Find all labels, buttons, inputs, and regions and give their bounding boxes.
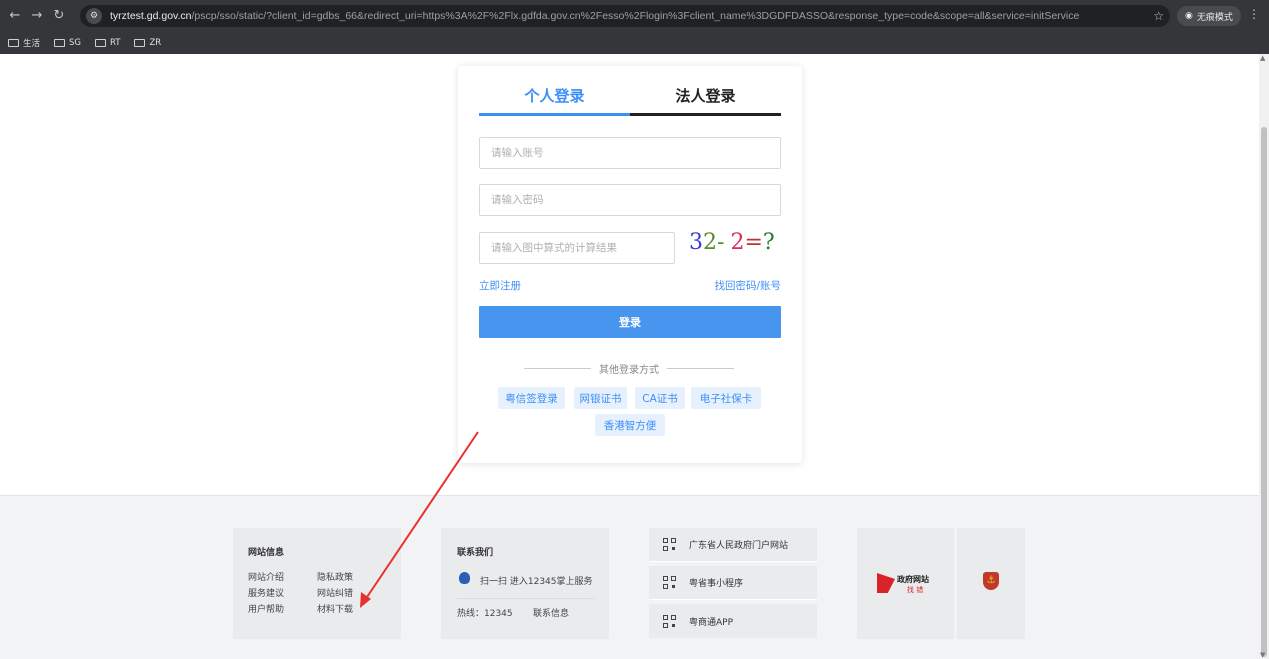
bookmark-star-icon[interactable]: ☆ [1153,9,1164,23]
footer-link[interactable]: 网站介绍 [248,570,284,583]
alt-login-yuexinqian[interactable]: 粤信签登录 [498,387,565,409]
qr-code-icon [663,576,676,589]
site-info-panel: 网站信息 网站介绍 隐私政策 服务建议 网站纠错 用户帮助 材料下载 [233,528,401,639]
site-footer: 网站信息 网站介绍 隐私政策 服务建议 网站纠错 用户帮助 材料下载 联系我们 … [0,495,1259,659]
login-button[interactable]: 登录 [479,306,781,338]
captcha-image[interactable]: 3 2- 2 =? [689,226,781,258]
captcha-input[interactable] [479,232,675,264]
scroll-up-icon[interactable]: ▲ [1260,54,1265,62]
site-info-icon[interactable]: ⚙ [86,8,102,24]
bookmarks-bar: 生活 SG RT ZR [0,31,1269,54]
contact-info-link[interactable]: 联系信息 [533,606,569,619]
url-text[interactable]: tyrztest.gd.gov.cn/pscp/sso/static/?clie… [110,10,1153,22]
login-tabs: 个人登录 法人登录 [479,66,781,116]
address-bar[interactable]: ⚙ tyrztest.gd.gov.cn/pscp/sso/static/?cl… [80,5,1170,27]
qr-code-icon [663,538,676,551]
contact-panel: 联系我们 扫一扫 进入12345掌上服务 热线：12345 联系信息 [441,528,609,639]
footer-link[interactable]: 隐私政策 [317,570,353,583]
alt-login-bank-cert[interactable]: 网银证书 [574,387,627,409]
yueshengshi-link[interactable]: 粤省事小程序 [649,566,817,600]
police-emblem-icon: ⚓ [983,572,999,590]
incognito-icon: ◉ [1185,11,1193,21]
scrollbar-thumb[interactable] [1261,127,1267,657]
bookmark-folder[interactable]: SG [54,38,81,48]
scroll-down-icon[interactable]: ▼ [1260,651,1265,659]
folder-icon [8,38,19,47]
hotline-text: 热线：12345 [457,609,513,619]
login-card: 个人登录 法人登录 32-2=? 立即注册 找回密码/账号 登录 其他登录方式 … [458,66,802,463]
gov-site-error-badge[interactable]: 政府网站 找 错 [857,528,954,639]
alt-login-social-card[interactable]: 电子社保卡 [691,387,761,409]
bookmark-folder[interactable]: 生活 [8,37,40,49]
alt-login-ca-cert[interactable]: CA证书 [635,387,685,409]
materials-download-link[interactable]: 材料下载 [317,602,353,615]
divider [457,598,595,599]
back-icon[interactable]: ← [4,5,26,27]
gov-badge-icon [877,573,895,593]
folder-icon [134,38,146,47]
bookmark-folder[interactable]: ZR [134,38,161,48]
tab-legal-login[interactable]: 法人登录 [630,66,781,116]
qr-code-icon [663,614,676,628]
contact-title: 联系我们 [457,548,494,558]
folder-icon [54,38,66,47]
footer-link[interactable]: 网站纠错 [317,586,353,599]
yueshangtong-link[interactable]: 粤商通APP [649,604,817,638]
account-input[interactable] [479,137,781,169]
scan-service-text[interactable]: 扫一扫 进入12345掌上服务 [480,574,593,587]
gov-portal-link[interactable]: 广东省人民政府门户网站 [649,528,817,562]
vertical-scrollbar[interactable]: ▲ ▼ [1259,54,1269,659]
recover-password-link[interactable]: 找回密码/账号 [714,278,781,293]
alt-login-iam-smart[interactable]: 香港智方便 [595,414,665,436]
forward-icon[interactable]: → [26,5,48,27]
other-login-divider: 其他登录方式 [524,361,734,376]
browser-menu-icon[interactable]: ⋮ [1248,7,1260,21]
password-input[interactable] [479,184,781,216]
browser-toolbar: ← → ↻ ⚙ tyrztest.gd.gov.cn/pscp/sso/stat… [0,0,1269,31]
qr-links-panel: 广东省人民政府门户网站 粤省事小程序 粤商通APP [649,528,817,639]
footer-link[interactable]: 用户帮助 [248,602,284,615]
folder-icon [95,38,106,47]
tab-personal-login[interactable]: 个人登录 [479,66,630,116]
incognito-badge[interactable]: ◉ 无痕模式 [1177,6,1241,26]
police-badge[interactable]: ⚓ [957,528,1025,639]
mascot-icon [459,572,470,584]
reload-icon[interactable]: ↻ [48,5,70,27]
register-link[interactable]: 立即注册 [479,278,521,293]
footer-link[interactable]: 服务建议 [248,586,284,599]
badges-panel: 政府网站 找 错 ⚓ [857,528,1025,639]
site-info-title: 网站信息 [248,548,285,558]
bookmark-folder[interactable]: RT [95,38,120,48]
